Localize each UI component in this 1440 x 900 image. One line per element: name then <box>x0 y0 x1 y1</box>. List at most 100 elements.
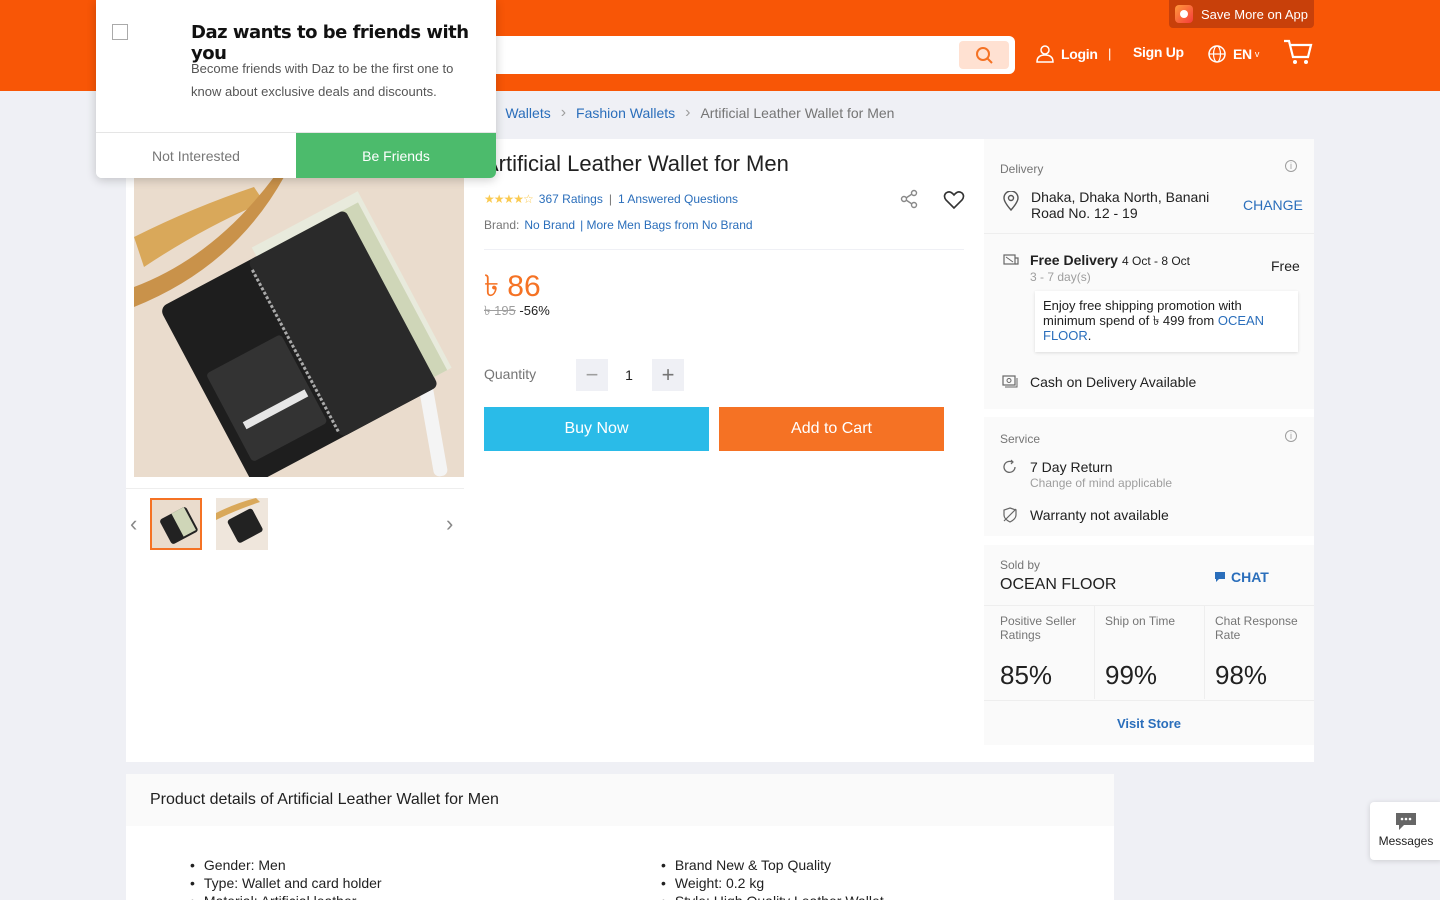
return-policy-note: Change of mind applicable <box>1030 476 1173 490</box>
popup-actions: Not Interested Be Friends <box>96 132 496 178</box>
save-more-on-app-link[interactable]: Save More on App <box>1169 0 1314 28</box>
stat-value: 85% <box>1000 660 1053 690</box>
quantity-label: Quantity <box>484 366 537 382</box>
rating-row: ★★★★☆ 367 Ratings | 1 Answered Questions <box>484 192 738 206</box>
change-address-link[interactable]: CHANGE <box>1243 197 1303 213</box>
divider <box>984 233 1314 234</box>
be-friends-button[interactable]: Be Friends <box>296 133 496 178</box>
quantity-value[interactable]: 1 <box>617 367 641 383</box>
chevron-left-icon[interactable]: ‹ <box>130 511 137 537</box>
brand-row: Brand: No Brand | More Men Bags from No … <box>484 218 753 232</box>
cash-icon <box>1002 375 1018 388</box>
chevron-right-icon: › <box>560 104 567 121</box>
delivery-address: Dhaka, Dhaka North, Banani Road No. 12 -… <box>1031 189 1210 221</box>
stat-value: 98% <box>1215 660 1268 690</box>
globe-icon <box>1208 45 1226 63</box>
chat-response-stat: Chat Response Rate 98% <box>1205 605 1314 699</box>
brand-label: Brand: <box>484 218 520 232</box>
product-image[interactable] <box>134 177 464 477</box>
delivery-box-icon <box>1003 254 1019 265</box>
seller-name[interactable]: OCEAN FLOOR <box>1000 576 1116 594</box>
info-icon[interactable]: i <box>1285 160 1297 172</box>
chat-icon <box>1215 572 1225 582</box>
product-details-heading: Product details of Artificial Leather Wa… <box>126 774 1114 826</box>
quantity-increase-button[interactable]: + <box>652 359 684 391</box>
promo-end: . <box>1087 328 1092 343</box>
signup-label: Sign Up <box>1133 44 1184 60</box>
answered-questions-link[interactable]: 1 Answered Questions <box>618 192 738 206</box>
quantity-decrease-button[interactable]: − <box>576 359 608 391</box>
product-title: Artificial Leather Wallet for Men <box>484 151 789 176</box>
discount: -56% <box>519 303 550 318</box>
ratings-link[interactable]: 367 Ratings <box>539 192 603 206</box>
promo-text: Enjoy free shipping promotion with minim… <box>1043 298 1242 328</box>
free-shipping-promo: Enjoy free shipping promotion with minim… <box>1035 291 1298 352</box>
language-selector[interactable]: EN v <box>1207 44 1259 64</box>
stat-label: Chat Response Rate <box>1215 614 1298 642</box>
breadcrumb-wallets[interactable]: Wallets <box>505 105 550 121</box>
cash-on-delivery: Cash on Delivery Available <box>1030 374 1197 390</box>
popup-body: Become friends with Daz to be the first … <box>191 61 454 99</box>
breadcrumb: › Wallets › Fashion Wallets › Artificial… <box>490 104 894 122</box>
delivery-dates: 4 Oct - 8 Oct <box>1122 254 1191 268</box>
return-icon <box>1003 459 1016 473</box>
star-rating-icon: ★★★★☆ <box>484 192 534 206</box>
buy-now-button[interactable]: Buy Now <box>484 407 709 451</box>
delivery-cost: Free <box>1271 258 1300 274</box>
details-list-left: Gender: Men Type: Wallet and card holder… <box>190 856 382 900</box>
list-item: Style: High Quality Leather Wallet <box>661 892 884 900</box>
stat-label: Ship on Time <box>1105 614 1176 628</box>
cart-icon[interactable] <box>1283 38 1313 66</box>
search-input[interactable] <box>470 36 1015 74</box>
not-interested-button[interactable]: Not Interested <box>96 133 296 178</box>
broken-image-icon <box>112 24 128 40</box>
add-to-cart-button[interactable]: Add to Cart <box>719 407 944 451</box>
search-button[interactable] <box>959 41 1009 69</box>
message-icon <box>1396 813 1416 830</box>
return-policy: 7 Day Return <box>1030 459 1113 475</box>
thumbnail-gallery: ‹ › <box>126 488 464 558</box>
messages-button[interactable]: Messages <box>1370 802 1440 860</box>
plus-icon: + <box>661 362 675 387</box>
more-from-brand-link[interactable]: | More Men Bags from No Brand <box>580 218 753 232</box>
share-icon[interactable] <box>899 189 919 209</box>
signup-link[interactable]: Sign Up <box>1133 44 1184 60</box>
list-item: Material: Artificial leather <box>190 892 382 900</box>
details-list-right: Brand New & Top Quality Weight: 0.2 kg S… <box>661 856 884 900</box>
breadcrumb-fashion-wallets[interactable]: Fashion Wallets <box>576 105 675 121</box>
delivery-title: Delivery <box>1000 162 1044 176</box>
chat-button[interactable]: CHAT <box>1214 569 1269 585</box>
free-delivery-label: Free Delivery <box>1030 252 1118 268</box>
location-pin-icon <box>1003 191 1019 211</box>
warranty-status: Warranty not available <box>1030 507 1169 523</box>
wallet-illustration <box>134 177 464 477</box>
list-item: Type: Wallet and card holder <box>190 874 382 892</box>
positive-ratings-stat: Positive Seller Ratings 85% <box>984 605 1095 699</box>
list-item: Brand New & Top Quality <box>661 856 884 874</box>
user-icon <box>1036 45 1054 63</box>
sold-by-label: Sold by <box>1000 558 1041 572</box>
visit-store-link[interactable]: Visit Store <box>984 700 1314 745</box>
info-icon[interactable]: i <box>1285 430 1297 442</box>
thumbnail-2[interactable] <box>216 498 268 550</box>
stat-label: Positive Seller Ratings <box>1000 614 1077 642</box>
brand-link[interactable]: No Brand <box>524 218 575 232</box>
chevron-right-icon[interactable]: › <box>446 511 453 537</box>
heart-icon[interactable] <box>943 189 965 211</box>
app-promo-label: Save More on App <box>1201 6 1308 22</box>
login-label: Login <box>1061 46 1098 62</box>
thumbnail-1[interactable] <box>150 498 202 550</box>
friends-popup: Daz wants to be friends with you Become … <box>96 0 496 178</box>
list-item: Gender: Men <box>190 856 382 874</box>
ship-on-time-stat: Ship on Time 99% <box>1095 605 1205 699</box>
header-separator: | <box>1108 46 1112 61</box>
app-logo-icon <box>1175 5 1193 23</box>
divider <box>484 249 964 250</box>
search-icon <box>976 47 993 64</box>
delivery-days: 3 - 7 day(s) <box>1030 270 1091 284</box>
login-link[interactable]: Login <box>1035 44 1098 64</box>
language-label: EN <box>1233 46 1252 62</box>
language-caret: v <box>1254 49 1260 59</box>
list-item: Weight: 0.2 kg <box>661 874 884 892</box>
warranty-icon <box>1003 507 1017 523</box>
